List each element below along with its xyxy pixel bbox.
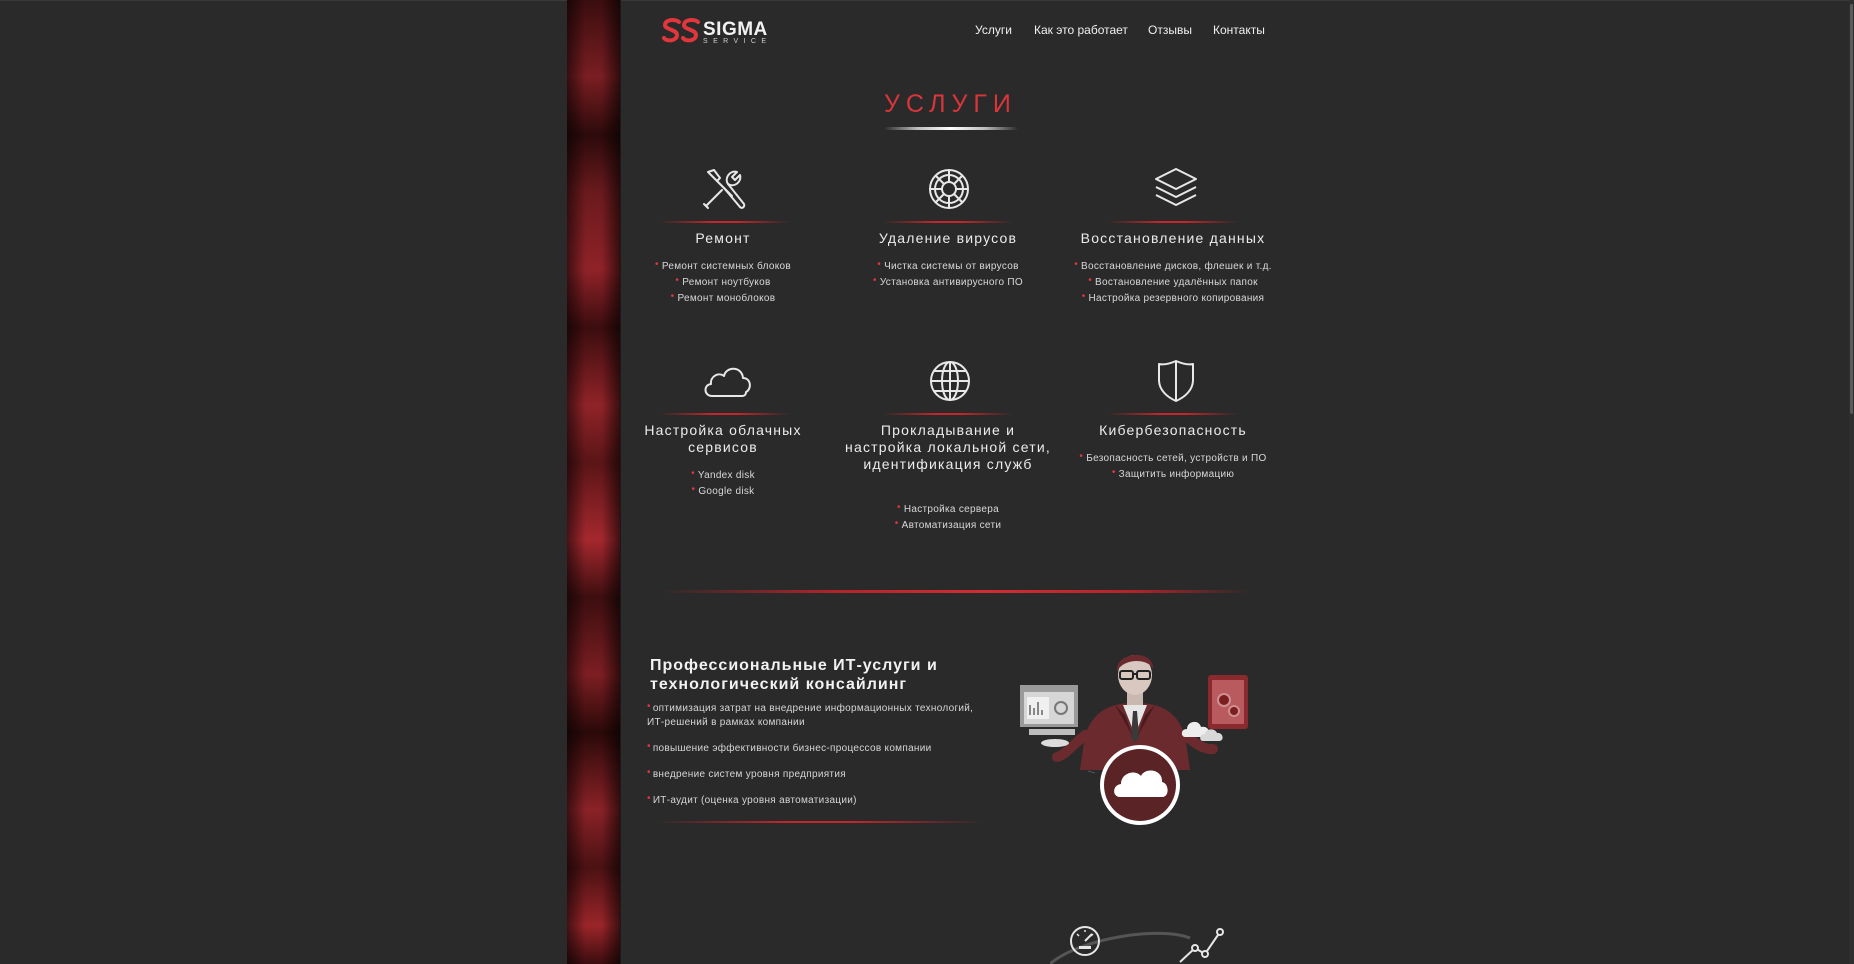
list-item: • Настройка сервера [897, 502, 999, 515]
sigma-logo-icon [662, 18, 700, 43]
card-divider [660, 221, 790, 223]
card-divider [660, 413, 790, 415]
list-item: • Восстановление дисков, флешек и т.д. [1074, 259, 1272, 272]
cloud-icon [700, 358, 754, 404]
list-item: • ИТ-аудит (оценка уровня автоматизации) [647, 793, 857, 806]
virus-icon [924, 166, 974, 212]
tools-icon [700, 166, 750, 212]
service-items: • Восстановление дисков, флешек и т.д. • В… [1068, 259, 1278, 308]
service-name: Удаление вирусов [878, 230, 1018, 246]
card-divider [883, 221, 1013, 223]
shield-icon [1151, 358, 1201, 404]
service-card-virus-removal: Удаление вирусов • Чистка системы от виру… [843, 166, 1053, 316]
service-card-repair: Ремонт • Ремонт системных блоков • Ремонт … [618, 166, 828, 316]
service-name: Кибербезопасность [1099, 422, 1247, 438]
service-name: Прокладывание и настройка локальной сети… [845, 422, 1051, 472]
logo-subtitle: SERVICE [703, 38, 772, 45]
service-items: • Чистка системы от вирусов • Установка ан… [843, 259, 1053, 292]
list-item: • Ремонт моноблоков [670, 291, 776, 304]
pro-list: • оптимизация затрат на внедрение информа… [647, 701, 987, 820]
list-item: • Google disk [691, 484, 755, 497]
service-items: • Ремонт системных блоков • Ремонт ноутбук… [618, 259, 828, 308]
list-item: • Чистка системы от вирусов [877, 259, 1019, 272]
nav-services[interactable]: Услуги [975, 23, 1012, 39]
bottom-decoration [1050, 926, 1224, 964]
card-divider [1108, 413, 1238, 415]
nav-reviews[interactable]: Отзывы [1148, 23, 1192, 39]
page-top-border [0, 0, 1854, 1]
list-item: • Ремонт системных блоков [655, 259, 791, 272]
service-card-data-recovery: Восстановление данных • Восстановление ди… [1068, 166, 1278, 326]
card-divider [883, 413, 1013, 415]
list-item: • повышение эффективности бизнес-процессо… [647, 741, 932, 754]
nav-how-it-works[interactable]: Как это работает [1034, 23, 1128, 39]
service-card-cybersecurity: Кибербезопасность • Безопасность сетей, у… [1068, 358, 1278, 508]
globe-icon [925, 358, 975, 404]
logo[interactable]: SIGMA SERVICE [662, 17, 777, 45]
nav-contacts[interactable]: Контакты [1213, 23, 1265, 39]
services-title: УСЛУГИ [884, 90, 1017, 118]
section-divider [660, 590, 1250, 593]
list-item: • Yandex disk [691, 468, 755, 481]
businessman-illustration [1020, 654, 1248, 825]
list-item: • внедрение систем уровня предприятия [647, 767, 846, 780]
service-name: Ремонт [695, 230, 751, 246]
list-item: • Безопасность сетей, устройств и ПО [1079, 451, 1267, 464]
service-name: Восстановление данных [1080, 230, 1266, 246]
list-item: • Установка антивирусного ПО [873, 275, 1023, 288]
service-card-cloud: Настройка облачных сервисов • Yandex disk… [618, 358, 828, 508]
service-card-local-network: Прокладывание и настройка локальной сети… [843, 358, 1053, 538]
decorative-red-stripe [567, 0, 620, 964]
list-item: • Настройка резервного копирования [1081, 291, 1265, 304]
service-name: Настройка облачных сервисов [644, 422, 802, 455]
service-items: • Безопасность сетей, устройств и ПО • Защ… [1068, 451, 1278, 484]
layers-icon [1151, 166, 1201, 212]
list-item: • Востановление удалённых папок [1088, 275, 1258, 288]
card-divider [1108, 221, 1238, 223]
list-item: • Автоматизация сети [894, 518, 1002, 531]
scrollbar[interactable] [1849, 0, 1854, 964]
list-item: • Ремонт ноутбуков [675, 275, 771, 288]
list-item: • Защитить информацию [1111, 467, 1235, 480]
service-items: • Настройка сервера • Автоматизация сети [843, 502, 1053, 535]
pro-title: Профессиональные ИТ-услуги и технологиче… [650, 657, 938, 693]
list-item: • оптимизация затрат на внедрение информа… [647, 701, 974, 728]
scrollbar-thumb[interactable] [1850, 4, 1853, 414]
services-title-underline [884, 127, 1018, 130]
pro-underline [655, 821, 985, 823]
service-items: • Yandex disk • Google disk [618, 468, 828, 501]
